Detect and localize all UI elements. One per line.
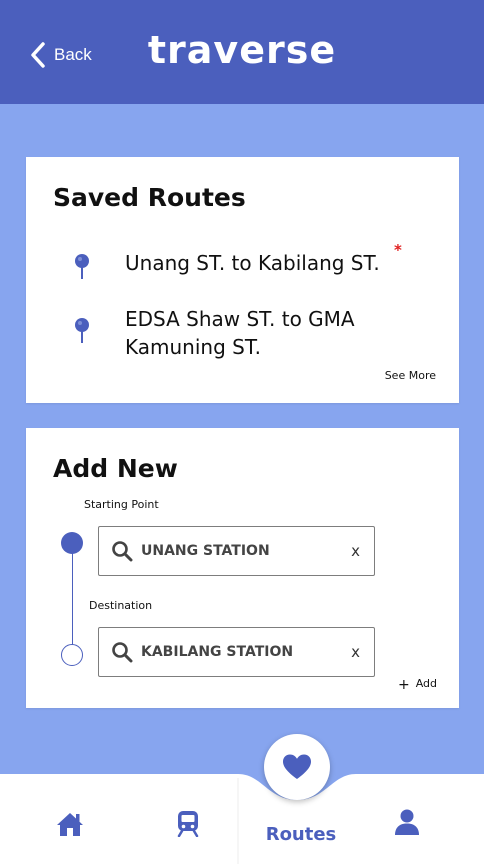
map-pin-icon [75, 318, 89, 343]
destination-marker [61, 644, 83, 666]
app-header: Back traverse [0, 0, 484, 104]
home-icon [57, 813, 83, 836]
route-connector-line [72, 543, 73, 655]
search-icon [112, 642, 133, 663]
destination-input[interactable] [141, 644, 331, 660]
saved-routes-title: Saved Routes [53, 183, 246, 212]
start-marker [61, 532, 83, 554]
starting-point-label: Starting Point [84, 498, 159, 511]
search-icon [112, 541, 133, 562]
clear-starting-point-button[interactable]: x [351, 542, 360, 560]
destination-field[interactable]: x [98, 627, 375, 677]
starting-point-field[interactable]: x [98, 526, 375, 576]
nav-routes-tab[interactable]: Routes [258, 824, 344, 845]
app-logo: traverse [147, 28, 337, 72]
saved-route-label: EDSA Shaw ST. to GMA Kamuning ST. [125, 307, 355, 359]
see-more-link[interactable]: See More [385, 369, 436, 382]
add-route-label: Add [415, 677, 437, 690]
add-new-card: Add New Starting Point Destination x x +… [26, 428, 459, 708]
heart-icon [283, 754, 311, 779]
clear-destination-button[interactable]: x [351, 643, 360, 661]
saved-routes-card: Saved Routes Unang ST. to Kabilang ST. *… [26, 157, 459, 403]
add-route-button[interactable]: + Add [397, 676, 437, 693]
plus-icon: + [397, 677, 410, 693]
starting-point-input[interactable] [141, 543, 331, 559]
new-indicator: * [394, 241, 402, 259]
map-pin-icon [75, 254, 89, 279]
add-new-title: Add New [53, 454, 178, 483]
saved-route-label: Unang ST. to Kabilang ST. [125, 251, 380, 275]
favorites-button[interactable] [264, 734, 330, 800]
nav-profile-button[interactable] [393, 808, 421, 840]
nav-train-button[interactable] [174, 809, 202, 841]
destination-label: Destination [89, 599, 153, 612]
nav-home-button[interactable] [56, 810, 84, 842]
train-icon [177, 811, 199, 838]
user-icon [395, 809, 419, 835]
